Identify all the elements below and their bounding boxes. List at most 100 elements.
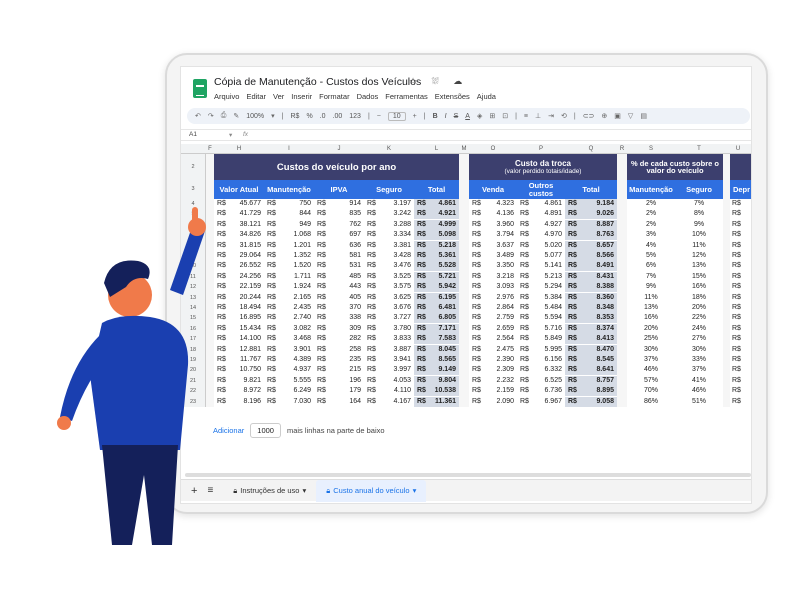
table-cell[interactable]: 5.594 [531, 313, 562, 323]
table-cell[interactable]: 1.201 [278, 241, 311, 251]
table-cell[interactable]: 7.171 [428, 324, 456, 334]
table-cell[interactable]: 27% [675, 334, 723, 344]
table-cell[interactable]: 3.887 [378, 345, 411, 355]
table-cell[interactable]: 4.970 [531, 230, 562, 240]
table-cell[interactable]: 1.068 [278, 230, 311, 240]
table-cell[interactable]: 8.657 [579, 241, 614, 251]
table-cell[interactable]: 4.323 [483, 199, 514, 209]
table-cell[interactable]: 3.727 [378, 313, 411, 323]
table-cell[interactable]: 7.583 [428, 334, 456, 344]
tab-custo-anual[interactable]: 🔒︎ Custo anual do veículo ▾ [316, 479, 427, 502]
comment-icon[interactable]: ⊕ [601, 112, 607, 120]
menu-item[interactable]: Ferramentas [385, 92, 428, 101]
table-cell[interactable]: 51% [675, 397, 723, 407]
table-cell[interactable]: 26.552 [228, 261, 261, 271]
table-cell[interactable]: 22% [675, 313, 723, 323]
row-header[interactable]: 2 [181, 154, 206, 180]
table-cell[interactable]: 2.090 [483, 397, 514, 407]
table-cell[interactable]: 6.481 [428, 303, 456, 313]
text-color-icon[interactable]: A [465, 113, 470, 120]
table-cell[interactable]: 8.565 [428, 355, 456, 365]
document-title[interactable]: Cópia de Manutenção - Custos dos Veículo… [214, 76, 421, 88]
table-cell[interactable]: 3.489 [483, 251, 514, 261]
table-cell[interactable]: 15.434 [228, 324, 261, 334]
zoom-select[interactable]: 100% [246, 113, 264, 120]
table-cell[interactable]: 2.864 [483, 303, 514, 313]
table-cell[interactable]: 8.348 [579, 303, 614, 313]
table-cell[interactable]: 9.184 [579, 199, 614, 209]
table-cell[interactable]: 3.575 [378, 282, 411, 292]
table-cell[interactable]: 4.921 [428, 209, 456, 219]
percent-format-button[interactable]: % [306, 113, 312, 120]
table-cell[interactable]: 4.927 [531, 220, 562, 230]
increase-font-icon[interactable]: + [413, 113, 417, 120]
table-cell[interactable]: 2.976 [483, 293, 514, 303]
table-cell[interactable]: 370 [328, 303, 361, 313]
table-cell[interactable]: 235 [328, 355, 361, 365]
table-cell[interactable]: 1.352 [278, 251, 311, 261]
table-cell[interactable]: 8% [675, 209, 723, 219]
rotate-icon[interactable]: ⟲ [561, 112, 567, 120]
table-cell[interactable]: 8.763 [579, 230, 614, 240]
table-cell[interactable]: 6% [627, 261, 675, 271]
table-cell[interactable]: 11.361 [428, 397, 456, 407]
add-rows-button[interactable]: Adicionar [213, 426, 244, 435]
increase-decimal-button[interactable]: .00 [333, 113, 343, 120]
table-cell[interactable]: 6.332 [531, 365, 562, 375]
borders-icon[interactable]: ⊞ [489, 112, 495, 120]
table-cell[interactable]: 18% [675, 293, 723, 303]
column-header[interactable]: M [459, 144, 469, 154]
valign-icon[interactable]: ⊥ [535, 112, 541, 120]
table-cell[interactable]: 29.064 [228, 251, 261, 261]
table-cell[interactable]: 3.901 [278, 345, 311, 355]
table-cell[interactable]: 6.805 [428, 313, 456, 323]
column-header[interactable]: T [675, 144, 723, 154]
table-cell[interactable]: 8.757 [579, 376, 614, 386]
table-cell[interactable]: 835 [328, 209, 361, 219]
table-cell[interactable]: 86% [627, 397, 675, 407]
table-cell[interactable]: 6.156 [531, 355, 562, 365]
font-size-input[interactable]: 10 [387, 111, 406, 121]
table-cell[interactable]: 11% [675, 241, 723, 251]
table-cell[interactable]: 4.861 [531, 199, 562, 209]
table-cell[interactable]: 3.997 [378, 365, 411, 375]
table-cell[interactable]: 258 [328, 345, 361, 355]
chevron-down-icon[interactable]: ▾ [229, 131, 232, 139]
table-cell[interactable]: 2.564 [483, 334, 514, 344]
table-cell[interactable]: 16% [675, 282, 723, 292]
table-cell[interactable]: 3.218 [483, 272, 514, 282]
table-cell[interactable]: 10.538 [428, 386, 456, 396]
table-cell[interactable]: 45.677 [228, 199, 261, 209]
table-cell[interactable]: 750 [278, 199, 311, 209]
table-cell[interactable]: 3.794 [483, 230, 514, 240]
table-cell[interactable]: 31.815 [228, 241, 261, 251]
menu-item[interactable]: Ver [273, 92, 284, 101]
table-cell[interactable]: 41% [675, 376, 723, 386]
table-cell[interactable]: 33% [675, 355, 723, 365]
redo-icon[interactable]: ↷ [208, 112, 214, 120]
table-cell[interactable]: 9.821 [228, 376, 261, 386]
italic-icon[interactable]: I [445, 113, 447, 120]
table-cell[interactable]: 3.625 [378, 293, 411, 303]
fill-color-icon[interactable]: ◈ [477, 112, 482, 120]
cell-reference[interactable]: A1 [189, 131, 197, 138]
table-cell[interactable]: 16% [627, 313, 675, 323]
table-cell[interactable]: 8.641 [579, 365, 614, 375]
wrap-icon[interactable]: ⇥ [548, 112, 554, 120]
tab-instrucoes[interactable]: 🔒︎ Instruções de uso ▾ [223, 480, 316, 502]
table-cell[interactable]: 38.121 [228, 220, 261, 230]
table-cell[interactable]: 697 [328, 230, 361, 240]
table-cell[interactable]: 8.196 [228, 397, 261, 407]
table-cell[interactable]: 2.159 [483, 386, 514, 396]
table-cell[interactable]: 5.294 [531, 282, 562, 292]
sheet-grid[interactable]: 234567891011121314151617181920212223Cust… [181, 154, 751, 416]
table-cell[interactable]: 24% [675, 324, 723, 334]
table-cell[interactable]: 309 [328, 324, 361, 334]
table-cell[interactable]: 13% [627, 303, 675, 313]
table-cell[interactable]: 3.637 [483, 241, 514, 251]
table-cell[interactable]: 7% [627, 272, 675, 282]
table-cell[interactable]: 5.020 [531, 241, 562, 251]
table-cell[interactable]: 8.360 [579, 293, 614, 303]
table-cell[interactable]: 2.232 [483, 376, 514, 386]
menu-item[interactable]: Inserir [291, 92, 312, 101]
